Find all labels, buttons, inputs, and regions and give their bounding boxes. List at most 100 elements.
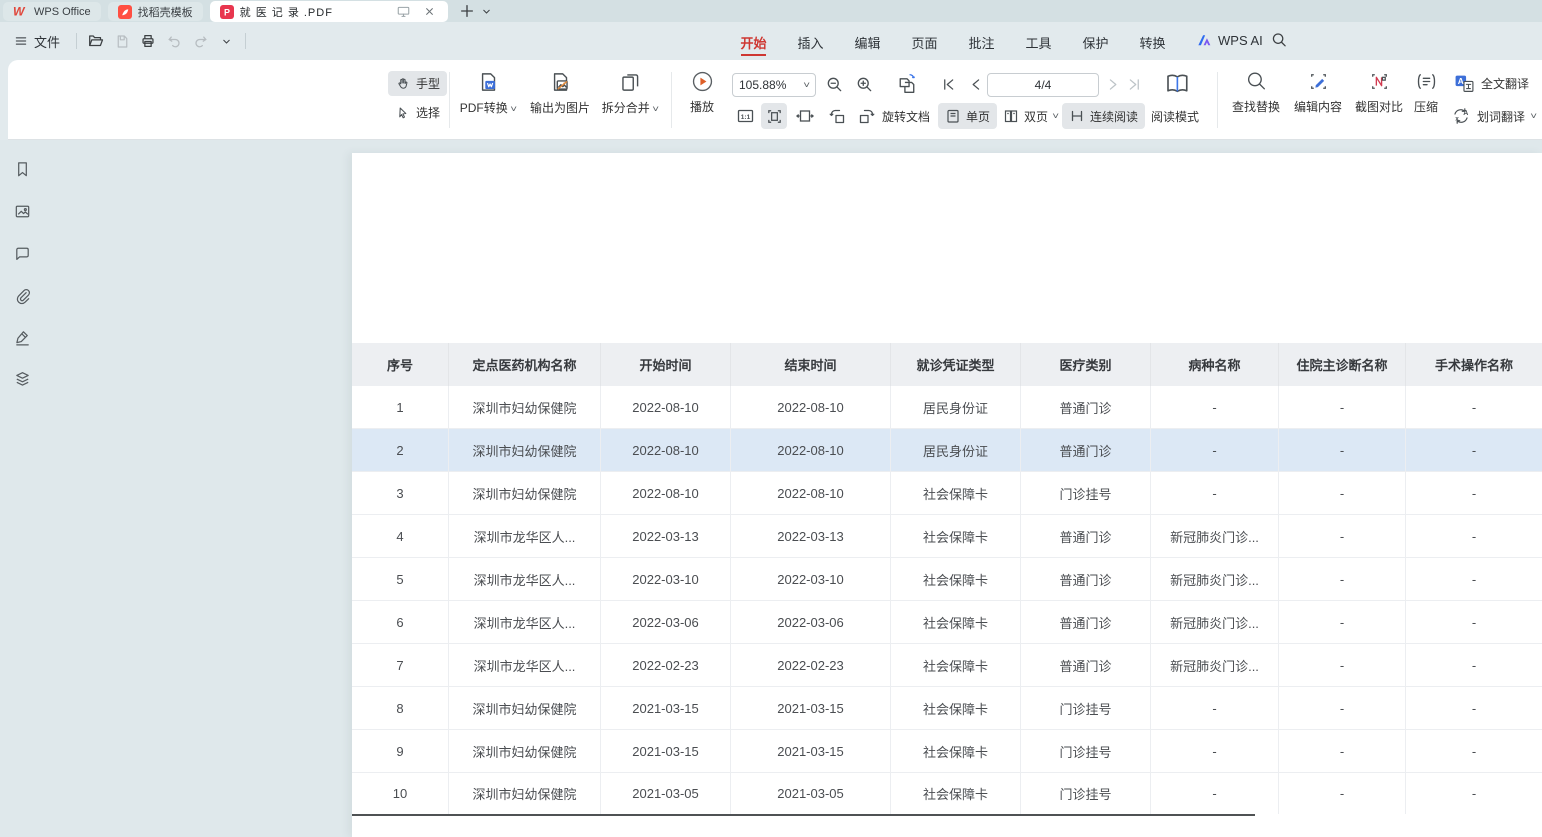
table-cell: 5 (352, 558, 448, 600)
edit-content-button[interactable]: 编辑内容 (1291, 70, 1345, 115)
table-row: 4深圳市龙华区人...2022-03-132022-03-13社会保障卡普通门诊… (352, 515, 1542, 558)
double-page-button[interactable]: 双页 ˅ (996, 103, 1065, 129)
table-cell: - (1405, 472, 1542, 514)
split-merge-button[interactable]: 拆分合并 ˅ (596, 69, 664, 116)
tab-list-chevron-icon[interactable] (477, 1, 497, 21)
menu-tab-插入[interactable]: 插入 (797, 24, 824, 59)
read-mode-icon[interactable] (1164, 71, 1192, 96)
table-cell: 社会保障卡 (890, 558, 1020, 600)
redo-icon[interactable] (187, 29, 213, 53)
table-cell: 深圳市妇幼保健院 (448, 773, 600, 814)
menu-tab-页面[interactable]: 页面 (911, 24, 938, 59)
table-cell: 2022-08-10 (600, 429, 730, 471)
table-cell: - (1278, 601, 1405, 643)
pdf-table-body: 1深圳市妇幼保健院2022-08-102022-08-10居民身份证普通门诊--… (352, 386, 1542, 814)
continuous-read-button[interactable]: 连续阅读 (1062, 103, 1145, 129)
export-image-icon (547, 69, 573, 95)
table-cell: 3 (352, 472, 448, 514)
thumbnails-panel-icon[interactable] (11, 201, 33, 222)
menu-wps-ai[interactable]: WPS AI (1196, 32, 1263, 48)
rotate-left-icon[interactable] (827, 106, 847, 126)
table-cell: 普通门诊 (1020, 644, 1150, 686)
first-page-icon[interactable] (941, 77, 956, 92)
actual-size-icon[interactable]: 1:1 (735, 106, 756, 126)
signature-panel-icon[interactable] (11, 327, 33, 348)
table-bottom-border (352, 814, 1255, 816)
tab-wps-office[interactable]: W WPS Office (3, 2, 101, 21)
play-button[interactable]: 播放 (680, 69, 724, 115)
single-page-button[interactable]: 单页 (938, 103, 997, 129)
table-cell: - (1278, 558, 1405, 600)
pdf-convert-button[interactable]: PDF转换 ˅ (452, 69, 524, 116)
zoom-in-icon[interactable] (855, 75, 874, 94)
print-icon[interactable] (135, 29, 161, 53)
tab-label: WPS Office (34, 6, 91, 18)
table-row: 6深圳市龙华区人...2022-03-062022-03-06社会保障卡普通门诊… (352, 601, 1542, 644)
header-cell: 开始时间 (600, 343, 730, 386)
page-number-input[interactable]: 4/4 (987, 73, 1099, 97)
fit-page-button[interactable] (761, 103, 787, 129)
screenshot-compare-button[interactable]: 截图对比 (1352, 70, 1406, 115)
zoom-out-icon[interactable] (825, 75, 844, 94)
zoom-level-select[interactable]: 105.88% ˅ (732, 73, 816, 97)
tool-mode-group: 手型 选择 (388, 71, 447, 125)
find-replace-icon (1245, 70, 1268, 93)
table-cell: 深圳市妇幼保健院 (448, 386, 600, 428)
quick-access-chevron-icon[interactable] (213, 29, 239, 53)
screencast-icon[interactable] (394, 2, 414, 22)
open-file-icon[interactable] (83, 29, 109, 53)
attachments-panel-icon[interactable] (11, 285, 33, 306)
menu-search-icon[interactable] (1270, 31, 1288, 49)
rotate-document-label[interactable]: 旋转文档 (882, 108, 930, 125)
word-translate-icon: xA (1451, 106, 1471, 126)
close-tab-icon[interactable] (420, 2, 440, 22)
menu-tab-批注[interactable]: 批注 (968, 24, 995, 59)
read-mode-label[interactable]: 阅读模式 (1151, 108, 1199, 125)
compress-button[interactable]: 压缩 (1406, 70, 1446, 115)
previous-page-icon[interactable] (969, 77, 984, 92)
next-page-icon[interactable] (1105, 77, 1120, 92)
export-image-button[interactable]: 输出为图片 (524, 69, 596, 116)
table-cell: 门诊挂号 (1020, 773, 1150, 814)
bookmarks-panel-icon[interactable] (11, 159, 33, 180)
header-cell: 手术操作名称 (1405, 343, 1542, 386)
continuous-read-icon (1069, 108, 1085, 124)
menu-tab-开始[interactable]: 开始 (740, 24, 767, 59)
undo-icon[interactable] (161, 29, 187, 53)
new-tab-icon[interactable] (457, 1, 477, 21)
full-translate-button[interactable]: A 全文翻译 (1454, 74, 1529, 93)
table-cell: - (1150, 730, 1278, 772)
fit-width-icon[interactable] (795, 106, 815, 126)
table-cell: 深圳市妇幼保健院 (448, 730, 600, 772)
menu-tab-转换[interactable]: 转换 (1139, 24, 1166, 59)
table-row: 10深圳市妇幼保健院2021-03-052021-03-05社会保障卡门诊挂号-… (352, 773, 1542, 814)
comments-panel-icon[interactable] (11, 243, 33, 264)
find-replace-button[interactable]: 查找替换 (1229, 70, 1283, 115)
rotate-right-icon[interactable] (857, 106, 877, 126)
medical-records-table: 序号定点医药机构名称开始时间结束时间就诊凭证类型医疗类别病种名称住院主诊断名称手… (352, 343, 1542, 816)
hand-tool-button[interactable]: 手型 (388, 71, 447, 96)
table-cell: 2022-03-10 (600, 558, 730, 600)
table-cell: - (1405, 730, 1542, 772)
table-cell: 普通门诊 (1020, 429, 1150, 471)
word-translate-button[interactable]: xA 划词翻译 ˅ (1451, 106, 1536, 126)
select-tool-button[interactable]: 选择 (388, 100, 447, 125)
table-cell: 2021-03-15 (730, 687, 890, 729)
header-cell: 医疗类别 (1020, 343, 1150, 386)
rotate-pages-icon[interactable] (894, 71, 921, 98)
menu-tab-工具[interactable]: 工具 (1025, 24, 1052, 59)
single-page-icon (945, 108, 961, 124)
last-page-icon[interactable] (1127, 77, 1142, 92)
table-cell: 2022-08-10 (600, 472, 730, 514)
table-cell: 深圳市龙华区人... (448, 515, 600, 557)
file-menu-button[interactable]: 文件 (0, 28, 70, 54)
menu-tab-保护[interactable]: 保护 (1082, 24, 1109, 59)
menu-tab-编辑[interactable]: 编辑 (854, 24, 881, 59)
layers-panel-icon[interactable] (11, 369, 33, 390)
tab-docer-templates[interactable]: 找稻壳模板 (108, 2, 203, 21)
pdf-file-icon: P (220, 5, 234, 19)
table-cell: - (1405, 515, 1542, 557)
save-icon[interactable] (109, 29, 135, 53)
tab-active-document[interactable]: P 就 医 记 录 .PDF (210, 1, 448, 22)
pdf-convert-label: PDF转换 (460, 101, 508, 115)
